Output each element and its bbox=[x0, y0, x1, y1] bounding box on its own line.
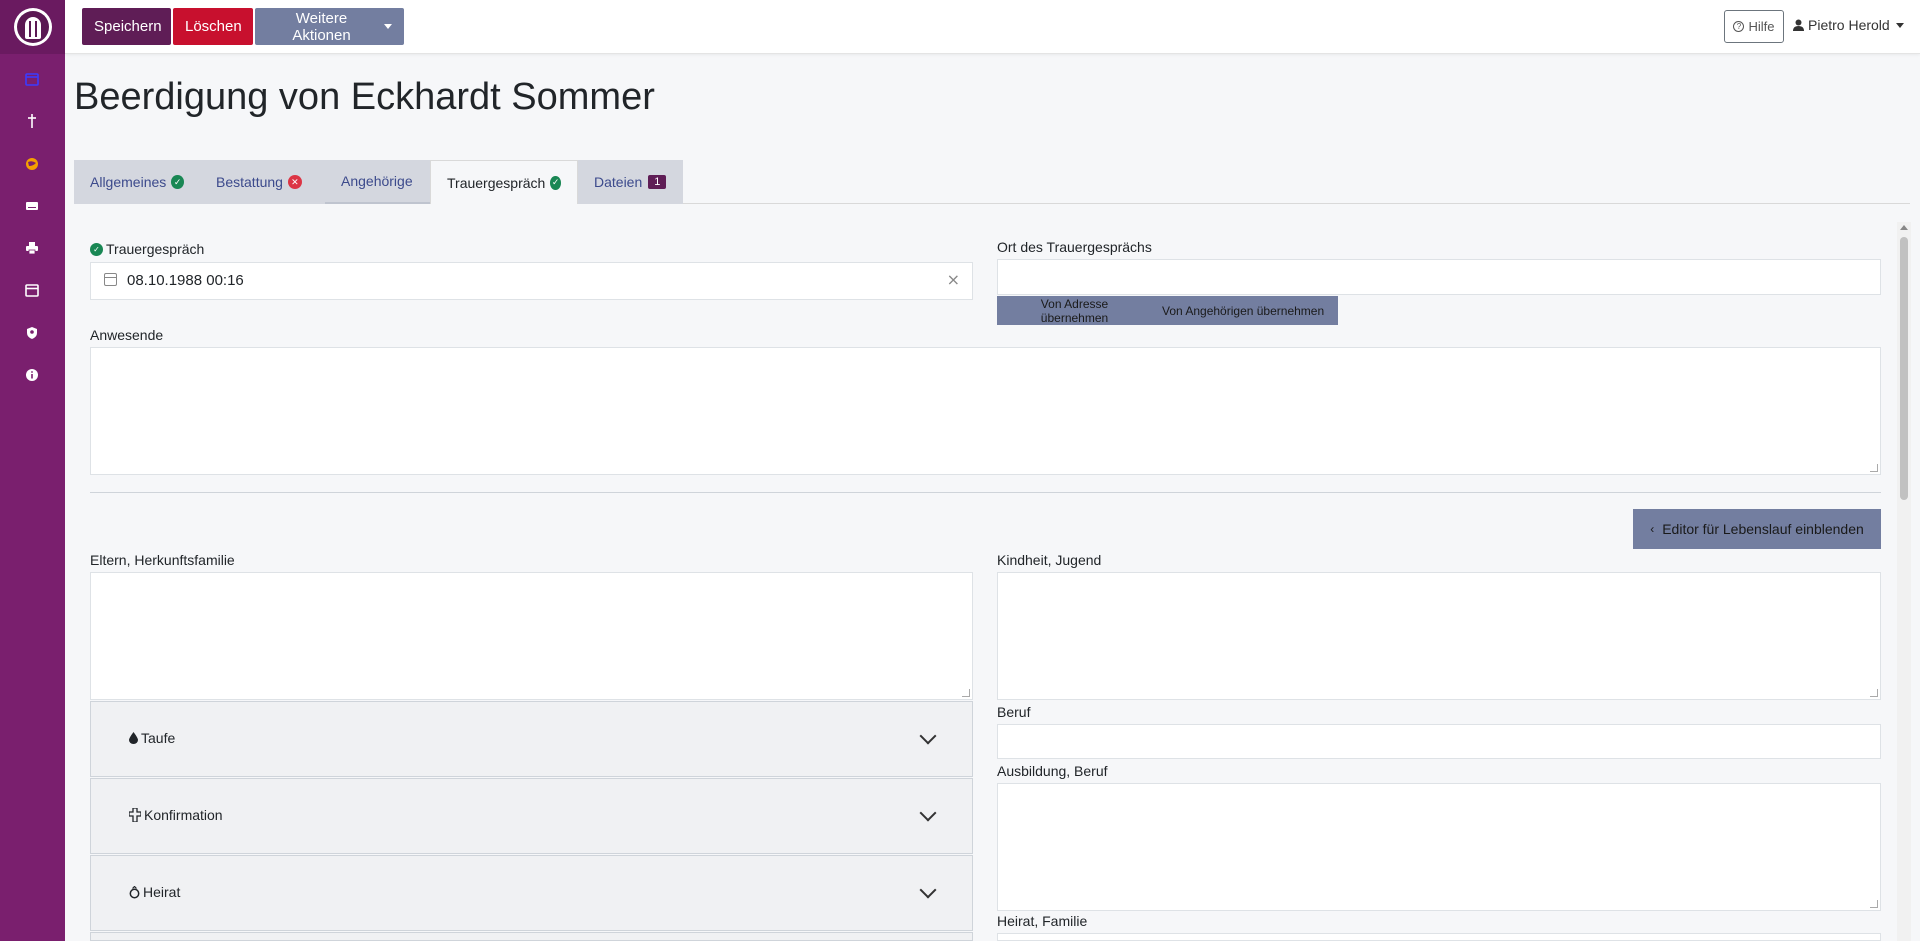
check-circle-icon: ✓ bbox=[171, 175, 184, 189]
section-divider bbox=[90, 492, 1881, 493]
trauergespraech-label: ✓ Trauergespräch bbox=[90, 241, 204, 257]
tab-label: Allgemeines bbox=[90, 174, 167, 190]
ort-input[interactable] bbox=[997, 259, 1881, 295]
user-menu[interactable]: Pietro Herold bbox=[1793, 17, 1904, 33]
chevron-down-icon bbox=[919, 727, 937, 745]
ausbildung-textarea[interactable] bbox=[997, 783, 1881, 911]
save-button[interactable]: Speichern bbox=[82, 8, 171, 45]
cross-icon[interactable] bbox=[20, 109, 44, 133]
beruf-input[interactable] bbox=[997, 724, 1881, 759]
sidebar bbox=[0, 0, 65, 941]
accordion-more[interactable] bbox=[90, 932, 973, 941]
top-toolbar: Speichern Löschen Weitere Aktionen ? Hil… bbox=[65, 0, 1920, 54]
user-name: Pietro Herold bbox=[1808, 17, 1890, 33]
resize-handle[interactable] bbox=[1870, 689, 1878, 697]
help-button[interactable]: ? Hilfe bbox=[1724, 10, 1784, 43]
heirat-familie-label: Heirat, Familie bbox=[997, 913, 1088, 929]
accordion-heirat[interactable]: Heirat bbox=[90, 855, 973, 931]
scroll-up-arrow-icon[interactable] bbox=[1900, 225, 1908, 230]
more-actions-label: Weitere Aktionen bbox=[292, 9, 351, 44]
tab-bestattung[interactable]: Bestattung ✕ bbox=[200, 160, 325, 204]
trauergespraech-date-value: 08.10.1988 00:16 bbox=[127, 272, 244, 289]
anwesende-label: Anwesende bbox=[90, 327, 164, 343]
tab-angehoerige[interactable]: Angehörige bbox=[325, 160, 431, 204]
tab-bar: Allgemeines ✓ Bestattung ✕ Angehörige Tr… bbox=[74, 160, 1910, 204]
accordion-label: Konfirmation bbox=[129, 807, 223, 823]
caret-down-icon bbox=[1895, 22, 1904, 28]
cross-icon bbox=[129, 808, 141, 822]
editor-button-label: Editor für Lebenslauf einblenden bbox=[1662, 521, 1864, 537]
heirat-familie-textarea[interactable] bbox=[997, 933, 1881, 941]
drop-icon bbox=[129, 732, 138, 744]
von-angehoerigen-button[interactable]: Von Angehörigen übernehmen bbox=[1152, 296, 1338, 325]
resize-handle[interactable] bbox=[962, 689, 970, 697]
eltern-textarea[interactable] bbox=[90, 572, 973, 700]
kindheit-label: Kindheit, Jugend bbox=[997, 552, 1102, 568]
user-shield-icon[interactable] bbox=[20, 321, 44, 345]
globe-icon[interactable] bbox=[20, 152, 44, 176]
accordion-label-text: Taufe bbox=[141, 730, 176, 746]
accordion-label: Heirat bbox=[129, 884, 180, 900]
tab-label: Angehörige bbox=[341, 173, 413, 189]
resize-handle[interactable] bbox=[1870, 900, 1878, 908]
scrollbar-thumb[interactable] bbox=[1900, 237, 1908, 500]
von-adresse-button[interactable]: Von Adresse übernehmen bbox=[997, 296, 1152, 325]
info-icon[interactable] bbox=[20, 363, 44, 387]
editor-toggle-button[interactable]: ‹ Editor für Lebenslauf einblenden bbox=[1633, 509, 1881, 549]
clear-icon[interactable]: × bbox=[947, 270, 960, 289]
accordion-konfirmation[interactable]: Konfirmation bbox=[90, 778, 973, 854]
chevron-down-icon bbox=[919, 804, 937, 822]
check-circle-icon: ✓ bbox=[550, 175, 561, 190]
accordion-taufe[interactable]: Taufe bbox=[90, 701, 973, 777]
ring-icon bbox=[129, 885, 140, 898]
beruf-label: Beruf bbox=[997, 704, 1031, 720]
ort-label: Ort des Trauergesprächs bbox=[997, 239, 1152, 255]
print-icon[interactable] bbox=[20, 236, 44, 260]
trauergespraech-date-field[interactable]: 08.10.1988 00:16 × bbox=[90, 262, 973, 300]
page-title: Beerdigung von Eckhardt Sommer bbox=[74, 76, 655, 118]
x-circle-icon: ✕ bbox=[287, 175, 302, 189]
delete-button[interactable]: Löschen bbox=[173, 8, 253, 45]
logo-container bbox=[0, 0, 65, 54]
tab-label: Dateien bbox=[594, 174, 643, 190]
app-logo[interactable] bbox=[13, 8, 52, 46]
tab-allgemeines[interactable]: Allgemeines ✓ bbox=[74, 160, 200, 204]
file-count-badge: 1 bbox=[648, 175, 667, 189]
eltern-label: Eltern, Herkunftsfamilie bbox=[90, 552, 235, 568]
resize-handle[interactable] bbox=[1870, 464, 1878, 472]
user-icon bbox=[1793, 19, 1804, 31]
ausbildung-label: Ausbildung, Beruf bbox=[997, 763, 1108, 779]
chevron-left-icon: ‹ bbox=[1650, 522, 1655, 536]
calendar-icon[interactable] bbox=[20, 278, 44, 302]
accordion-label-text: Konfirmation bbox=[144, 807, 223, 823]
accordion-label: Taufe bbox=[129, 730, 175, 746]
help-label: Hilfe bbox=[1748, 19, 1775, 34]
tab-dateien[interactable]: Dateien 1 bbox=[578, 160, 683, 204]
question-circle-icon: ? bbox=[1733, 21, 1745, 32]
more-actions-button[interactable]: Weitere Aktionen bbox=[255, 8, 404, 45]
calendar-list-icon[interactable] bbox=[20, 67, 44, 91]
kindheit-textarea[interactable] bbox=[997, 572, 1881, 700]
tab-label: Trauergespräch bbox=[447, 174, 546, 191]
accordion-label-text: Heirat bbox=[143, 884, 181, 900]
tab-trauergespraech[interactable]: Trauergespräch ✓ bbox=[430, 160, 578, 204]
anwesende-textarea[interactable] bbox=[90, 347, 1881, 475]
tab-label: Bestattung bbox=[216, 174, 283, 190]
caret-down-icon bbox=[384, 24, 392, 29]
chevron-down-icon bbox=[919, 881, 937, 899]
check-circle-icon: ✓ bbox=[90, 242, 103, 256]
trauergespraech-label-text: Trauergespräch bbox=[106, 241, 205, 257]
keyboard-icon[interactable] bbox=[20, 194, 44, 218]
calendar-icon bbox=[104, 273, 117, 286]
scrollbar[interactable] bbox=[1897, 222, 1911, 941]
